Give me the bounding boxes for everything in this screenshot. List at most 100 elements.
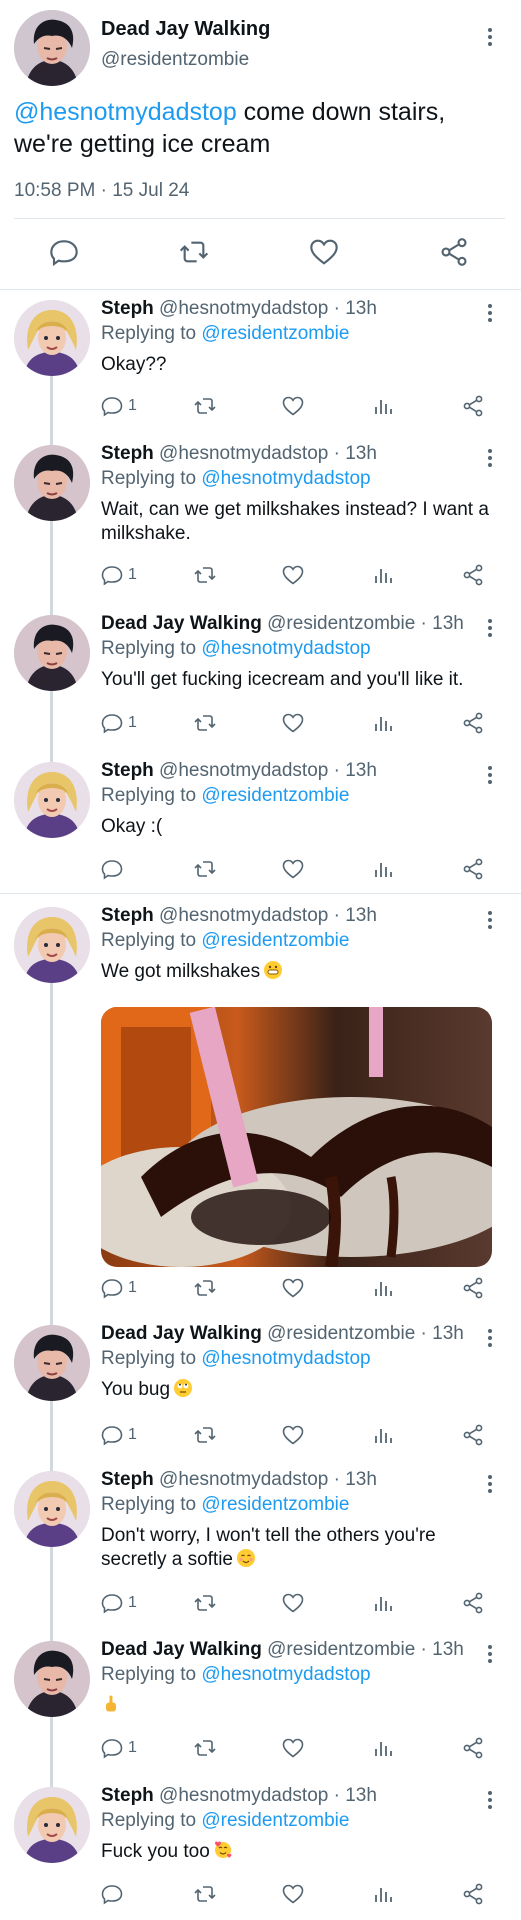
reply-button[interactable]: 1 [100, 393, 137, 419]
replying-to-link[interactable]: @residentzombie [201, 930, 349, 951]
replying-to-link[interactable]: @hesnotmydadstop [201, 468, 370, 489]
more-icon[interactable] [480, 443, 500, 473]
reply-button[interactable]: 1 [100, 562, 137, 588]
like-button[interactable] [281, 856, 305, 882]
avatar-dead-jay-walking[interactable] [14, 1641, 90, 1717]
like-button[interactable] [281, 1422, 305, 1448]
retweet-button[interactable] [193, 710, 217, 736]
reply-author-name[interactable]: Steph [101, 905, 154, 926]
reply-author-name[interactable]: Steph [101, 760, 154, 781]
share-button[interactable] [461, 393, 485, 419]
share-button[interactable] [461, 1422, 485, 1448]
retweet-button[interactable] [193, 1881, 217, 1907]
main-author-name[interactable]: Dead Jay Walking [101, 18, 270, 41]
retweet-button[interactable] [193, 1275, 217, 1301]
views-button[interactable] [371, 1881, 395, 1907]
avatar-steph[interactable] [14, 1787, 90, 1863]
avatar-steph[interactable] [14, 907, 90, 983]
share-icon[interactable] [438, 236, 470, 268]
views-button[interactable] [371, 562, 395, 588]
retweet-button[interactable] [193, 856, 217, 882]
reply-button[interactable]: 1 [100, 1735, 137, 1761]
more-icon[interactable] [480, 760, 500, 790]
reply-actions: 1 [0, 1590, 521, 1616]
reply-header: Steph @hesnotmydadstop · 13h [101, 760, 377, 782]
share-button[interactable] [461, 1275, 485, 1301]
reply-author-name[interactable]: Steph [101, 1469, 154, 1490]
retweet-button[interactable] [193, 1590, 217, 1616]
more-icon[interactable] [480, 1785, 500, 1815]
like-button[interactable] [281, 1735, 305, 1761]
more-icon[interactable] [480, 298, 500, 328]
like-button[interactable] [281, 1275, 305, 1301]
like-button[interactable] [281, 562, 305, 588]
reply-button[interactable] [100, 856, 128, 882]
share-button[interactable] [461, 710, 485, 736]
like-button[interactable] [281, 393, 305, 419]
views-button[interactable] [371, 1275, 395, 1301]
replying-to-link[interactable]: @hesnotmydadstop [201, 1348, 370, 1369]
reply-icon [100, 711, 124, 735]
retweet-button[interactable] [193, 1422, 217, 1448]
avatar-dead-jay-walking[interactable] [14, 445, 90, 521]
replying-to-prefix: Replying to [101, 1348, 202, 1369]
reply-icon[interactable] [48, 236, 80, 268]
retweet-button[interactable] [193, 562, 217, 588]
replying-to-link[interactable]: @residentzombie [201, 323, 349, 344]
main-tweet-timestamp[interactable]: 10:58 PM · 15 Jul 24 [14, 180, 189, 202]
reply-button[interactable] [100, 1881, 128, 1907]
views-button[interactable] [371, 1422, 395, 1448]
reply-author-name[interactable]: Dead Jay Walking [101, 1639, 262, 1660]
more-icon[interactable] [480, 1639, 500, 1669]
reply-text-body: Okay?? [101, 354, 167, 375]
reply-author-name[interactable]: Dead Jay Walking [101, 613, 262, 634]
avatar-steph[interactable] [14, 762, 90, 838]
share-button[interactable] [461, 562, 485, 588]
retweet-icon [193, 1276, 217, 1300]
replying-to-link[interactable]: @residentzombie [201, 785, 349, 806]
replying-to-link[interactable]: @residentzombie [201, 1494, 349, 1515]
share-button[interactable] [461, 1881, 485, 1907]
reply-author-name[interactable]: Steph [101, 443, 154, 464]
reply-text-body: Don't worry, I won't tell the others you… [101, 1525, 436, 1570]
avatar-steph[interactable] [14, 300, 90, 376]
like-button[interactable] [281, 1590, 305, 1616]
main-author-handle[interactable]: @residentzombie [101, 49, 249, 71]
milkshake-photo[interactable] [101, 1007, 492, 1267]
more-icon[interactable] [480, 22, 500, 52]
like-button[interactable] [281, 710, 305, 736]
mention-link[interactable]: @hesnotmydadstop [14, 98, 237, 126]
replying-to-link[interactable]: @hesnotmydadstop [201, 1664, 370, 1685]
share-button[interactable] [461, 856, 485, 882]
replying-to-link[interactable]: @hesnotmydadstop [201, 638, 370, 659]
reply-button[interactable]: 1 [100, 1590, 137, 1616]
more-icon[interactable] [480, 905, 500, 935]
reply-button[interactable]: 1 [100, 1275, 137, 1301]
views-button[interactable] [371, 856, 395, 882]
more-icon[interactable] [480, 1323, 500, 1353]
reply-button[interactable]: 1 [100, 1422, 137, 1448]
reply-count: 1 [128, 566, 137, 583]
avatar-dead-jay-walking[interactable] [14, 10, 90, 86]
retweet-button[interactable] [193, 1735, 217, 1761]
retweet-button[interactable] [193, 393, 217, 419]
reply-button[interactable]: 1 [100, 710, 137, 736]
avatar-dead-jay-walking[interactable] [14, 615, 90, 691]
reply-author-name[interactable]: Steph [101, 1785, 154, 1806]
like-button[interactable] [281, 1881, 305, 1907]
retweet-icon[interactable] [178, 236, 210, 268]
like-icon[interactable] [308, 236, 340, 268]
share-button[interactable] [461, 1735, 485, 1761]
reply-author-name[interactable]: Steph [101, 298, 154, 319]
replying-to-link[interactable]: @residentzombie [201, 1810, 349, 1831]
reply-author-name[interactable]: Dead Jay Walking [101, 1323, 262, 1344]
share-button[interactable] [461, 1590, 485, 1616]
views-button[interactable] [371, 1590, 395, 1616]
views-button[interactable] [371, 393, 395, 419]
avatar-steph[interactable] [14, 1471, 90, 1547]
avatar-dead-jay-walking[interactable] [14, 1325, 90, 1401]
views-button[interactable] [371, 710, 395, 736]
more-icon[interactable] [480, 1469, 500, 1499]
more-icon[interactable] [480, 613, 500, 643]
views-button[interactable] [371, 1735, 395, 1761]
